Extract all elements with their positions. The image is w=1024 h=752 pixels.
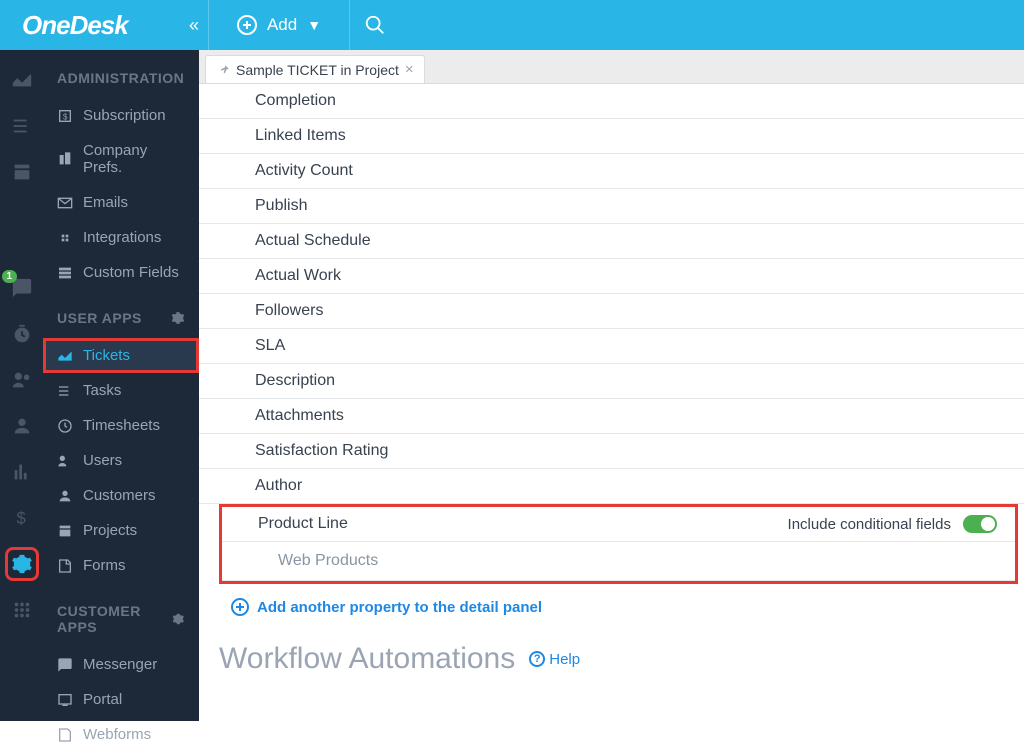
- rail-analytics-icon[interactable]: [10, 460, 34, 484]
- pin-icon: [216, 63, 230, 77]
- admin-sidebar: ADMINISTRATION $Subscription Company Pre…: [43, 50, 199, 721]
- sidebar-item-custom-fields[interactable]: Custom Fields: [43, 255, 199, 290]
- svg-text:$: $: [16, 510, 25, 528]
- detail-panel: Completion Linked Items Activity Count P…: [199, 83, 1024, 721]
- chevron-down-icon: ▼: [307, 17, 321, 33]
- rail-customers-icon[interactable]: [10, 414, 34, 438]
- collapse-sidebar-button[interactable]: «: [180, 15, 208, 36]
- field-activity-count[interactable]: Activity Count: [199, 154, 1024, 189]
- field-author[interactable]: Author: [199, 469, 1024, 504]
- sidebar-item-integrations[interactable]: Integrations: [43, 220, 199, 255]
- rail-messenger-icon[interactable]: 1: [10, 276, 34, 300]
- sidebar-item-tasks[interactable]: Tasks: [43, 373, 199, 408]
- help-link[interactable]: ? Help: [529, 651, 580, 668]
- plus-icon: [237, 15, 257, 35]
- sidebar-item-subscription[interactable]: $Subscription: [43, 98, 199, 133]
- field-completion[interactable]: Completion: [199, 84, 1024, 119]
- field-followers[interactable]: Followers: [199, 294, 1024, 329]
- rail-tasks-icon[interactable]: [10, 114, 34, 138]
- field-attachments[interactable]: Attachments: [199, 399, 1024, 434]
- field-web-products[interactable]: Web Products: [222, 542, 1015, 581]
- icon-rail: 1 $: [0, 50, 43, 721]
- rail-apps-icon[interactable]: [10, 598, 34, 622]
- rail-ticket-icon[interactable]: [10, 68, 34, 92]
- rail-settings-icon[interactable]: [10, 552, 34, 576]
- field-product-line[interactable]: Product Line Include conditional fields: [222, 507, 1015, 542]
- sidebar-item-customers[interactable]: Customers: [43, 478, 199, 513]
- tab-bar: Sample TICKET in Project ×: [199, 50, 1024, 83]
- search-button[interactable]: [350, 14, 400, 36]
- workflow-automations-heading: Workflow Automations ? Help: [199, 626, 1024, 680]
- search-icon: [364, 14, 386, 36]
- plus-icon: [231, 598, 249, 616]
- field-satisfaction[interactable]: Satisfaction Rating: [199, 434, 1024, 469]
- field-sla[interactable]: SLA: [199, 329, 1024, 364]
- svg-text:$: $: [63, 112, 68, 121]
- sidebar-item-tickets[interactable]: Tickets: [43, 338, 199, 373]
- sidebar-item-forms[interactable]: Forms: [43, 548, 199, 583]
- add-label: Add: [267, 15, 297, 35]
- add-button[interactable]: Add ▼: [208, 0, 350, 50]
- close-icon[interactable]: ×: [405, 61, 414, 78]
- rail-users-icon[interactable]: [10, 368, 34, 392]
- tab-label: Sample TICKET in Project: [236, 62, 399, 78]
- product-line-block: Product Line Include conditional fields …: [219, 504, 1018, 584]
- sidebar-item-emails[interactable]: Emails: [43, 185, 199, 220]
- gear-icon[interactable]: [172, 612, 185, 626]
- field-linked-items[interactable]: Linked Items: [199, 119, 1024, 154]
- sidebar-item-messenger[interactable]: Messenger: [43, 647, 199, 682]
- section-customer-apps: CUSTOMER APPS: [43, 583, 199, 647]
- conditional-fields-label: Include conditional fields: [788, 516, 951, 533]
- sidebar-item-webforms[interactable]: Webforms: [43, 717, 199, 752]
- sidebar-item-projects[interactable]: Projects: [43, 513, 199, 548]
- field-actual-work[interactable]: Actual Work: [199, 259, 1024, 294]
- sidebar-item-company-prefs[interactable]: Company Prefs.: [43, 133, 199, 185]
- add-property-button[interactable]: Add another property to the detail panel: [199, 584, 1024, 626]
- sidebar-item-portal[interactable]: Portal: [43, 682, 199, 717]
- badge-count: 1: [2, 270, 18, 283]
- content-area: Sample TICKET in Project × Completion Li…: [199, 50, 1024, 721]
- field-actual-schedule[interactable]: Actual Schedule: [199, 224, 1024, 259]
- section-administration: ADMINISTRATION: [43, 50, 199, 98]
- conditional-toggle[interactable]: [963, 515, 997, 533]
- rail-billing-icon[interactable]: $: [10, 506, 34, 530]
- field-publish[interactable]: Publish: [199, 189, 1024, 224]
- rail-timer-icon[interactable]: [10, 322, 34, 346]
- rail-projects-icon[interactable]: [10, 160, 34, 184]
- help-icon: ?: [529, 651, 545, 667]
- field-description[interactable]: Description: [199, 364, 1024, 399]
- brand-logo: OneDesk: [0, 10, 180, 41]
- sidebar-item-timesheets[interactable]: Timesheets: [43, 408, 199, 443]
- tab-sample-ticket[interactable]: Sample TICKET in Project ×: [205, 55, 425, 83]
- sidebar-item-users[interactable]: Users: [43, 443, 199, 478]
- section-user-apps: USER APPS: [43, 290, 199, 338]
- gear-icon[interactable]: [171, 311, 185, 325]
